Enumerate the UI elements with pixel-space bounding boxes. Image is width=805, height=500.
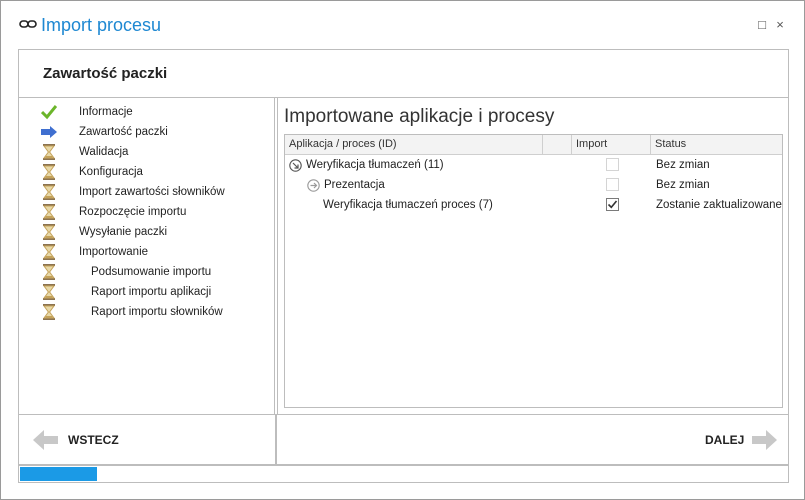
check-icon — [40, 104, 58, 120]
table-row[interactable]: Prezentacja Bez zmian — [285, 176, 782, 196]
step-label: Informacje — [79, 106, 133, 118]
content-title: Importowane aplikacje i procesy — [284, 106, 555, 127]
step-2: Zawartość paczki — [19, 122, 274, 142]
hourglass-icon — [41, 264, 57, 280]
progress-bar — [18, 465, 789, 483]
step-1: Informacje — [19, 102, 274, 122]
hourglass-icon — [41, 184, 57, 200]
import-dialog: Import procesu □ × Zawartość paczki Info… — [0, 0, 805, 500]
step-11: Raport importu słowników — [19, 302, 274, 322]
footer-divider — [275, 415, 277, 464]
grid-header: Aplikacja / proces (ID) Import Status — [285, 135, 782, 155]
step-10: Raport importu aplikacji — [19, 282, 274, 302]
hourglass-icon — [41, 204, 57, 220]
link-icon — [19, 20, 37, 28]
row-status: Zostanie zaktualizowane — [656, 199, 782, 211]
hourglass-icon — [41, 224, 57, 240]
column-header-status[interactable]: Status — [651, 135, 782, 154]
column-header-name[interactable]: Aplikacja / proces (ID) — [285, 135, 543, 154]
footer: WSTECZ DALEJ — [18, 415, 789, 465]
step-label: Rozpoczęcie importu — [79, 206, 187, 218]
table-row[interactable]: Weryfikacja tłumaczeń (11) Bez zmian — [285, 156, 782, 176]
section-header: Zawartość paczki — [18, 49, 789, 97]
close-button[interactable]: × — [773, 18, 787, 32]
step-label: Import zawartości słowników — [79, 186, 225, 198]
row-name: Weryfikacja tłumaczeń proces (7) — [323, 199, 493, 211]
wizard-steps: Informacje Zawartość paczki Walidacja Konfi… — [19, 98, 275, 414]
step-3: Walidacja — [19, 142, 274, 162]
expand-icon[interactable] — [307, 179, 320, 192]
row-name: Prezentacja — [324, 179, 385, 191]
table-row[interactable]: Weryfikacja tłumaczeń proces (7) Zostanie… — [285, 196, 782, 216]
column-header-import[interactable]: Import — [572, 135, 651, 154]
arrow-right-icon — [41, 124, 57, 140]
column-header-blank[interactable] — [543, 135, 572, 154]
step-label: Zawartość paczki — [79, 126, 168, 138]
row-name: Weryfikacja tłumaczeń (11) — [306, 159, 444, 171]
step-6: Rozpoczęcie importu — [19, 202, 274, 222]
step-4: Konfiguracja — [19, 162, 274, 182]
collapse-icon[interactable] — [289, 159, 302, 172]
step-label: Podsumowanie importu — [91, 266, 212, 278]
step-label: Raport importu słowników — [91, 306, 223, 318]
import-checkbox[interactable] — [606, 178, 619, 191]
title-bar: Import procesu □ × — [1, 1, 804, 49]
content-panel: Importowane aplikacje i procesy Aplikacj… — [277, 98, 788, 414]
step-8: Importowanie — [19, 242, 274, 262]
step-label: Konfiguracja — [79, 166, 143, 178]
arrow-left-icon — [33, 430, 58, 450]
back-button[interactable]: WSTECZ — [33, 429, 153, 451]
main-area: Informacje Zawartość paczki Walidacja Konfi… — [18, 97, 789, 415]
window-title: Import procesu — [41, 15, 162, 35]
hourglass-icon — [41, 244, 57, 260]
maximize-button[interactable]: □ — [755, 18, 769, 32]
import-checkbox[interactable] — [606, 158, 619, 171]
next-button[interactable]: DALEJ — [679, 429, 779, 451]
hourglass-icon — [41, 304, 57, 320]
progress-fill — [20, 467, 97, 481]
hourglass-icon — [41, 164, 57, 180]
back-label: WSTECZ — [68, 433, 119, 447]
import-grid: Aplikacja / proces (ID) Import Status We… — [284, 134, 783, 408]
step-7: Wysyłanie paczki — [19, 222, 274, 242]
step-5: Import zawartości słowników — [19, 182, 274, 202]
step-label: Importowanie — [79, 246, 149, 258]
hourglass-icon — [41, 284, 57, 300]
step-9: Podsumowanie importu — [19, 262, 274, 282]
arrow-right-icon — [752, 430, 777, 450]
hourglass-icon — [41, 144, 57, 160]
row-status: Bez zmian — [656, 159, 710, 171]
import-checkbox[interactable] — [606, 198, 619, 211]
step-label: Raport importu aplikacji — [91, 286, 212, 298]
row-status: Bez zmian — [656, 179, 710, 191]
step-label: Walidacja — [79, 146, 129, 158]
next-label: DALEJ — [705, 433, 745, 447]
section-title: Zawartość paczki — [43, 65, 168, 82]
step-label: Wysyłanie paczki — [79, 226, 168, 238]
